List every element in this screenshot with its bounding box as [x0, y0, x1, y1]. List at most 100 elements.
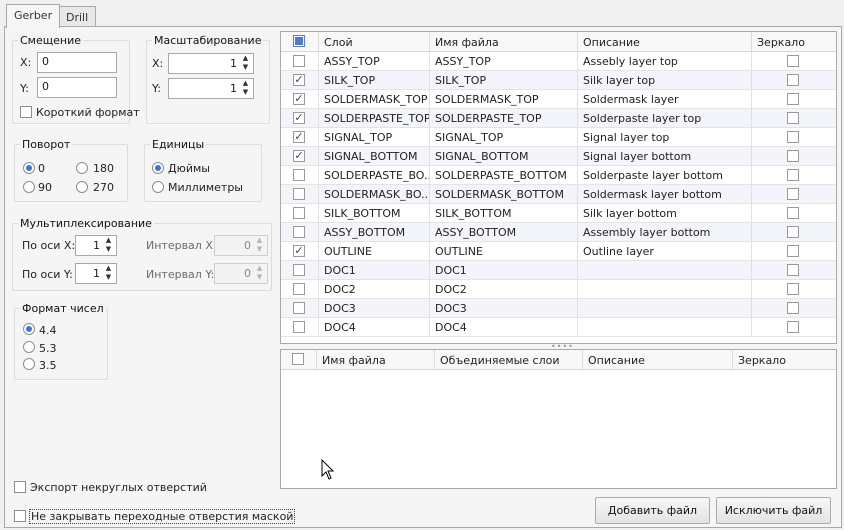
multiplex-y-spinner[interactable]: 1 ▲ ▼ [75, 263, 117, 284]
table-row[interactable]: ✓ SIGNAL_TOP SIGNAL_TOP Signal layer top [281, 128, 836, 147]
column-header-filename[interactable]: Имя файла [430, 32, 578, 51]
arrow-up-icon[interactable]: ▲ [253, 236, 266, 245]
select-all-checkbox[interactable] [293, 35, 305, 47]
cell-description[interactable]: Silk layer top [578, 71, 752, 89]
cell-filename[interactable]: SOLDERPASTE_BOTTOM [430, 166, 578, 184]
cell-description[interactable]: Signal layer top [578, 128, 752, 146]
cell-layer[interactable]: SOLDERPASTE_TOP [319, 109, 430, 127]
interval-x-spinner[interactable]: 0 ▲ ▼ [214, 235, 268, 256]
cell-filename[interactable]: SOLDERMASK_BOTTOM [430, 185, 578, 203]
arrow-down-icon[interactable]: ▼ [239, 88, 252, 97]
table-row[interactable]: DOC1 DOC1 [281, 261, 836, 280]
add-file-button[interactable]: Добавить файл [595, 497, 710, 524]
table-row[interactable]: ✓ SIGNAL_BOTTOM SIGNAL_BOTTOM Signal layer … [281, 147, 836, 166]
export-nonround-checkbox[interactable] [14, 481, 26, 493]
tab-gerber[interactable]: Gerber [6, 4, 61, 28]
arrow-up-icon[interactable]: ▲ [253, 264, 266, 273]
cell-description[interactable]: Outline layer [578, 242, 752, 260]
row-checkbox[interactable]: ✓ [293, 93, 305, 105]
table-row[interactable]: SOLDERMASK_BO... SOLDERMASK_BOTTOM Solderm… [281, 185, 836, 204]
cell-description[interactable] [578, 280, 752, 298]
row-checkbox[interactable] [293, 207, 305, 219]
cell-description[interactable]: Silk layer bottom [578, 204, 752, 222]
table-row[interactable]: DOC2 DOC2 [281, 280, 836, 299]
arrow-down-icon[interactable]: ▼ [102, 273, 115, 282]
table-row[interactable]: ✓ SOLDERPASTE_TOP SOLDERPASTE_TOP Solderpas… [281, 109, 836, 128]
table-row[interactable]: ASSY_BOTTOM ASSY_BOTTOM Assembly layer bot… [281, 223, 836, 242]
multiplex-x-spinner[interactable]: 1 ▲ ▼ [75, 235, 117, 256]
cell-filename[interactable]: OUTLINE [430, 242, 578, 260]
cell-layer[interactable]: ASSY_TOP [319, 52, 430, 70]
cell-description[interactable]: Assembly layer bottom [578, 223, 752, 241]
row-checkbox[interactable]: ✓ [293, 112, 305, 124]
cell-layer[interactable]: DOC2 [319, 280, 430, 298]
row-checkbox[interactable] [293, 226, 305, 238]
cell-filename[interactable]: SOLDERMASK_TOP [430, 90, 578, 108]
row-checkbox[interactable]: ✓ [293, 74, 305, 86]
scale-y-spinner[interactable]: 1 ▲ ▼ [168, 78, 254, 99]
cell-filename[interactable]: ASSY_BOTTOM [430, 223, 578, 241]
cell-filename[interactable]: SIGNAL_TOP [430, 128, 578, 146]
table-row[interactable]: DOC4 DOC4 [281, 318, 836, 337]
units-inches-radio[interactable] [152, 162, 164, 174]
arrow-up-icon[interactable]: ▲ [102, 236, 115, 245]
no-tent-vias-checkbox[interactable] [14, 510, 26, 522]
cell-layer[interactable]: SOLDERMASK_TOP [319, 90, 430, 108]
files-column-header-description[interactable]: Описание [583, 350, 733, 369]
row-checkbox[interactable] [293, 264, 305, 276]
cell-description[interactable]: Solderpaste layer top [578, 109, 752, 127]
table-row[interactable]: SILK_BOTTOM SILK_BOTTOM Silk layer bottom [281, 204, 836, 223]
row-checkbox[interactable]: ✓ [293, 245, 305, 257]
arrow-up-icon[interactable]: ▲ [102, 264, 115, 273]
rotation-270-radio[interactable] [76, 181, 88, 193]
short-format-checkbox[interactable] [20, 106, 32, 118]
cell-filename[interactable]: SILK_TOP [430, 71, 578, 89]
row-checkbox[interactable] [293, 283, 305, 295]
cell-filename[interactable]: SOLDERPASTE_TOP [430, 109, 578, 127]
cell-layer[interactable]: SOLDERMASK_BO... [319, 185, 430, 203]
cell-description[interactable] [578, 261, 752, 279]
mirror-checkbox[interactable] [787, 55, 799, 67]
files-select-all-checkbox[interactable] [292, 353, 304, 365]
cell-layer[interactable]: DOC1 [319, 261, 430, 279]
cell-filename[interactable]: SILK_BOTTOM [430, 204, 578, 222]
cell-description[interactable]: Signal layer bottom [578, 147, 752, 165]
offset-y-input[interactable]: 0 [37, 77, 117, 98]
cell-filename[interactable]: SIGNAL_BOTTOM [430, 147, 578, 165]
table-row[interactable]: ✓ OUTLINE OUTLINE Outline layer [281, 242, 836, 261]
interval-y-spinner[interactable]: 0 ▲ ▼ [214, 263, 268, 284]
row-checkbox[interactable] [293, 55, 305, 67]
rotation-0-radio[interactable] [23, 162, 35, 174]
mirror-checkbox[interactable] [787, 207, 799, 219]
column-header-description[interactable]: Описание [578, 32, 752, 51]
mirror-checkbox[interactable] [787, 245, 799, 257]
table-row[interactable]: ✓ SOLDERMASK_TOP SOLDERMASK_TOP Soldermask … [281, 90, 836, 109]
row-checkbox[interactable] [293, 188, 305, 200]
mirror-checkbox[interactable] [787, 169, 799, 181]
cell-layer[interactable]: ASSY_BOTTOM [319, 223, 430, 241]
cell-filename[interactable]: DOC1 [430, 261, 578, 279]
format-3-5-radio[interactable] [23, 358, 35, 370]
cell-layer[interactable]: SILK_BOTTOM [319, 204, 430, 222]
scale-x-spinner[interactable]: 1 ▲ ▼ [168, 53, 254, 74]
cell-filename[interactable]: DOC2 [430, 280, 578, 298]
tab-drill[interactable]: Drill [58, 6, 97, 27]
cell-layer[interactable]: DOC3 [319, 299, 430, 317]
mirror-checkbox[interactable] [787, 264, 799, 276]
cell-filename[interactable]: ASSY_TOP [430, 52, 578, 70]
mirror-checkbox[interactable] [787, 112, 799, 124]
cell-description[interactable]: Assebly layer top [578, 52, 752, 70]
mirror-checkbox[interactable] [787, 74, 799, 86]
cell-description[interactable] [578, 299, 752, 317]
row-checkbox[interactable] [293, 302, 305, 314]
mirror-checkbox[interactable] [787, 188, 799, 200]
cell-filename[interactable]: DOC4 [430, 318, 578, 336]
arrow-up-icon[interactable]: ▲ [239, 54, 252, 63]
offset-x-input[interactable]: 0 [37, 52, 117, 73]
mirror-checkbox[interactable] [787, 131, 799, 143]
format-5-3-radio[interactable] [23, 341, 35, 353]
arrow-down-icon[interactable]: ▼ [253, 273, 266, 282]
cell-layer[interactable]: SIGNAL_BOTTOM [319, 147, 430, 165]
column-header-mirror[interactable]: Зеркало [752, 32, 836, 51]
table-row[interactable]: SOLDERPASTE_BO... SOLDERPASTE_BOTTOM Solde… [281, 166, 836, 185]
